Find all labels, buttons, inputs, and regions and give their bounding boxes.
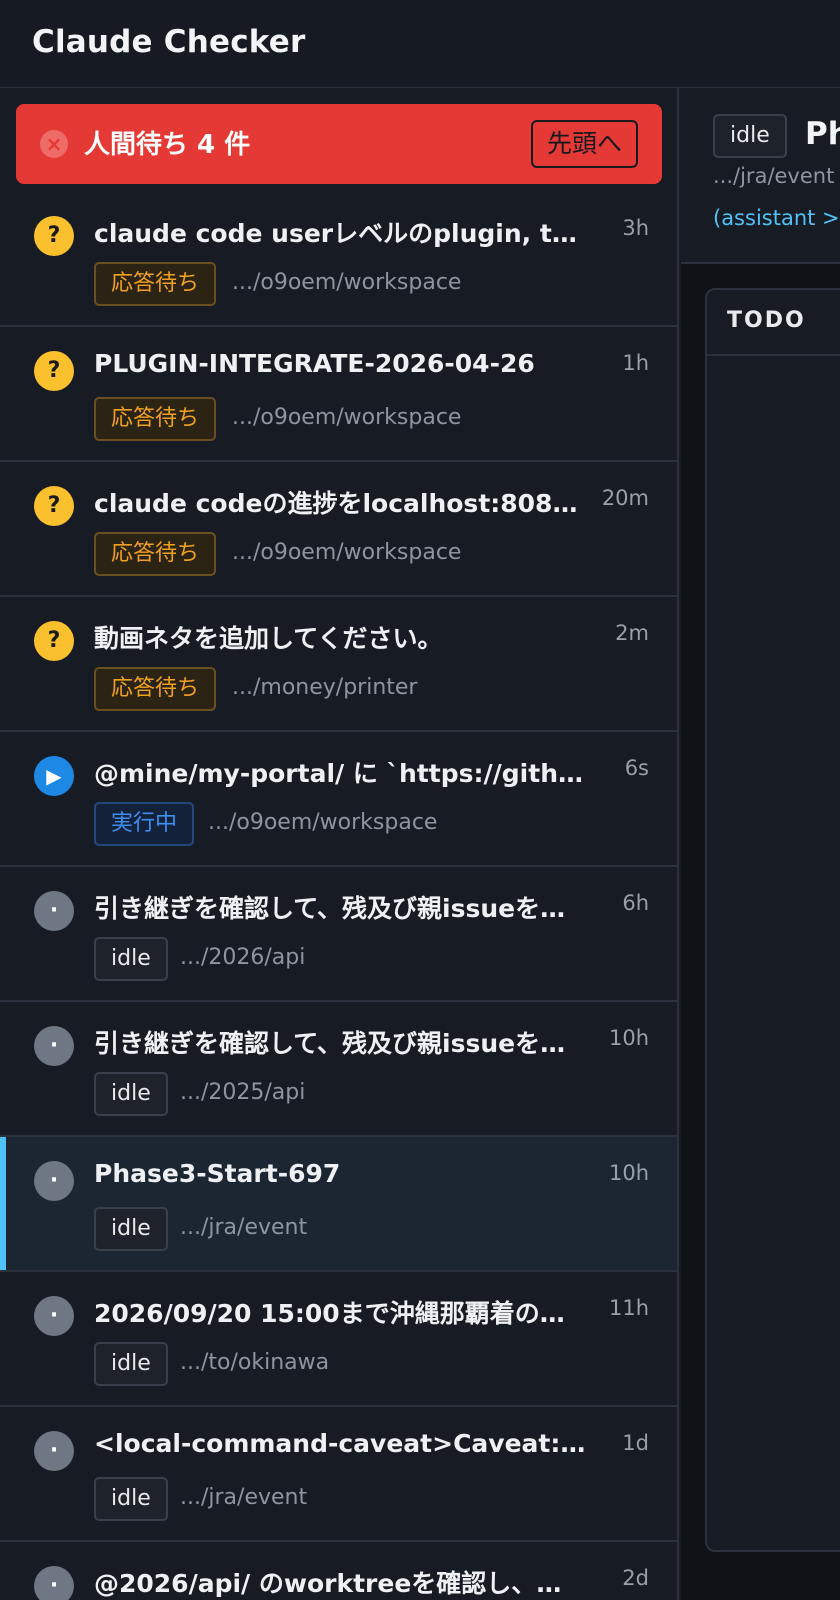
session-time: 2m [615, 621, 649, 645]
idle-dot-icon: · [34, 1431, 74, 1471]
idle-dot-icon: · [34, 1566, 74, 1600]
session-title: 引き継ぎを確認して、残及び親issueを確認 [94, 894, 586, 923]
session-item[interactable]: · Phase3-Start-697 10h idle .../jra/event [0, 1137, 677, 1272]
session-title: claude codeの進捗をlocalhost:8080で確認 [94, 489, 586, 518]
session-title: @2026/api/ のworktreeを確認し、整理する [94, 1569, 586, 1598]
session-status-badge: idle [94, 1072, 168, 1116]
close-circle-icon[interactable]: × [40, 130, 68, 158]
question-icon: ? [34, 351, 74, 391]
session-path: .../o9oem/workspace [208, 810, 438, 835]
session-time: 1h [622, 351, 649, 375]
session-item[interactable]: · 2026/09/20 15:00まで沖縄那覇着の便を探す 11h idle .../… [0, 1272, 677, 1407]
session-list: ? claude code userレベルのplugin, tmuxの会話の続き 3… [0, 192, 677, 1600]
session-status-badge: idle [94, 1207, 168, 1251]
session-status-badge: 応答待ち [94, 397, 217, 441]
session-title: <local-command-caveat>Caveat: The messag… [94, 1429, 586, 1458]
play-icon: ▶ [34, 756, 74, 796]
session-item[interactable]: · 引き継ぎを確認して、残及び親issueを確認 6h idle .../2026/ap… [0, 867, 677, 1002]
session-item[interactable]: ? PLUGIN-INTEGRATE-2026-04-26 1h 応答待ち .../o9… [0, 327, 677, 462]
session-item[interactable]: ·@2026/api/ のworktreeを確認し、整理する2didle.../… [0, 1542, 677, 1600]
session-title: PLUGIN-INTEGRATE-2026-04-26 [94, 349, 535, 378]
session-status-badge: 応答待ち [94, 532, 217, 576]
todo-panel: TODO [705, 288, 840, 1552]
session-path: .../o9oem/workspace [232, 405, 462, 430]
idle-dot-icon: · [34, 1296, 74, 1336]
detail-path: .../jra/event [713, 164, 835, 188]
app-header: Claude Checker [0, 0, 840, 88]
session-time: 10h [608, 1161, 649, 1185]
session-sidebar: × 人間待ち 4 件 先頭へ ? claude code userレベルのplug… [0, 88, 679, 1600]
session-status-badge: idle [94, 1342, 168, 1386]
session-title: 引き継ぎを確認して、残及び親issueを確認 [94, 1029, 586, 1058]
detail-assistant-link[interactable]: (assistant > [713, 206, 840, 230]
session-path: .../o9oem/workspace [232, 540, 462, 565]
session-path: .../jra/event [180, 1485, 308, 1510]
go-to-first-button[interactable]: 先頭へ [530, 120, 638, 168]
session-item[interactable]: ? claude codeの進捗をlocalhost:8080で確認 20m 応答待ち… [0, 462, 677, 597]
session-status-badge: 応答待ち [94, 262, 217, 306]
session-path: .../jra/event [180, 1215, 308, 1240]
session-path: .../o9oem/workspace [232, 270, 462, 295]
detail-title: Phase3-Start-697 [805, 116, 840, 152]
session-item[interactable]: ? 動画ネタを追加してください。 2m 応答待ち .../money/printer [0, 597, 677, 732]
session-time: 3h [622, 216, 649, 240]
session-time: 6h [622, 891, 649, 915]
session-path: .../2026/api [180, 945, 306, 970]
session-item[interactable]: ▶ @mine/my-portal/ に `https://github.com 6… [0, 732, 677, 867]
idle-dot-icon: · [34, 1026, 74, 1066]
question-icon: ? [34, 486, 74, 526]
session-time: 11h [608, 1296, 649, 1320]
idle-dot-icon: · [34, 891, 74, 931]
idle-dot-icon: · [34, 1161, 74, 1201]
waiting-count-text: 人間待ち 4 件 [84, 130, 251, 160]
session-title: Phase3-Start-697 [94, 1159, 341, 1188]
todo-header: TODO [707, 290, 840, 356]
session-status-badge: idle [94, 937, 168, 981]
session-status-badge: 応答待ち [94, 667, 217, 711]
session-status-badge: 実行中 [94, 802, 195, 846]
session-item[interactable]: · <local-command-caveat>Caveat: The messa… [0, 1407, 677, 1542]
session-title: 2026/09/20 15:00まで沖縄那覇着の便を探す [94, 1299, 586, 1328]
session-detail-pane: idle Phase3-Start-697 .../jra/event (ass… [681, 88, 840, 1600]
detail-status-badge: idle [713, 114, 787, 158]
session-time: 2d [622, 1566, 649, 1590]
session-time: 20m [601, 486, 649, 510]
question-icon: ? [34, 621, 74, 661]
session-time: 10h [608, 1026, 649, 1050]
session-path: .../to/okinawa [180, 1350, 330, 1375]
session-item[interactable]: · 引き継ぎを確認して、残及び親issueを確認 10h idle .../2025/a… [0, 1002, 677, 1137]
session-time: 6s [624, 756, 649, 780]
session-status-badge: idle [94, 1477, 168, 1521]
session-title: claude code userレベルのplugin, tmuxの会話の続き [94, 219, 586, 248]
detail-header: idle Phase3-Start-697 .../jra/event (ass… [681, 88, 840, 264]
session-time: 1d [622, 1431, 649, 1455]
app-title: Claude Checker [32, 24, 306, 60]
session-title: 動画ネタを追加してください。 [94, 624, 443, 653]
session-path: .../2025/api [180, 1080, 306, 1105]
session-path: .../money/printer [232, 675, 418, 700]
waiting-alert-banner: × 人間待ち 4 件 先頭へ [16, 104, 662, 184]
session-title: @mine/my-portal/ に `https://github.com [94, 759, 586, 788]
question-icon: ? [34, 216, 74, 256]
todo-title: TODO [727, 308, 806, 333]
session-item[interactable]: ? claude code userレベルのplugin, tmuxの会話の続き 3… [0, 192, 677, 327]
